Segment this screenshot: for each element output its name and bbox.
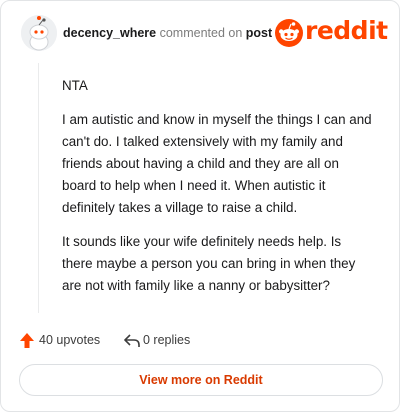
reply-count: 0 replies [143,333,191,347]
reply-icon [124,334,140,347]
post-link[interactable]: post [246,26,272,40]
comment-paragraph: NTA [62,78,88,93]
reddit-wordmark: reddit [305,16,388,45]
upvote-count: 40 upvotes [39,333,101,347]
view-more-button[interactable]: View more on Reddit [19,364,383,396]
avatar-snoo-icon [21,15,57,51]
comment-embed-card: decency_where commented on post reddit N… [0,0,400,412]
comment-meta: decency_where commented on post [63,26,272,40]
username-link[interactable]: decency_where [63,26,156,40]
comment-body: NTA I am autistic and know in myself the… [62,75,372,309]
comment-paragraph: It sounds like your wife definitely need… [62,234,356,293]
avatar[interactable] [21,15,57,51]
thread-line [38,63,39,313]
upvote-arrow-icon [20,333,34,348]
commented-on-text: commented on [159,26,243,40]
reddit-logo[interactable]: reddit [275,16,388,47]
reddit-snoo-icon [275,19,303,47]
comment-paragraph: I am autistic and know in myself the thi… [62,112,372,215]
comment-header: decency_where commented on post reddit [21,15,388,51]
